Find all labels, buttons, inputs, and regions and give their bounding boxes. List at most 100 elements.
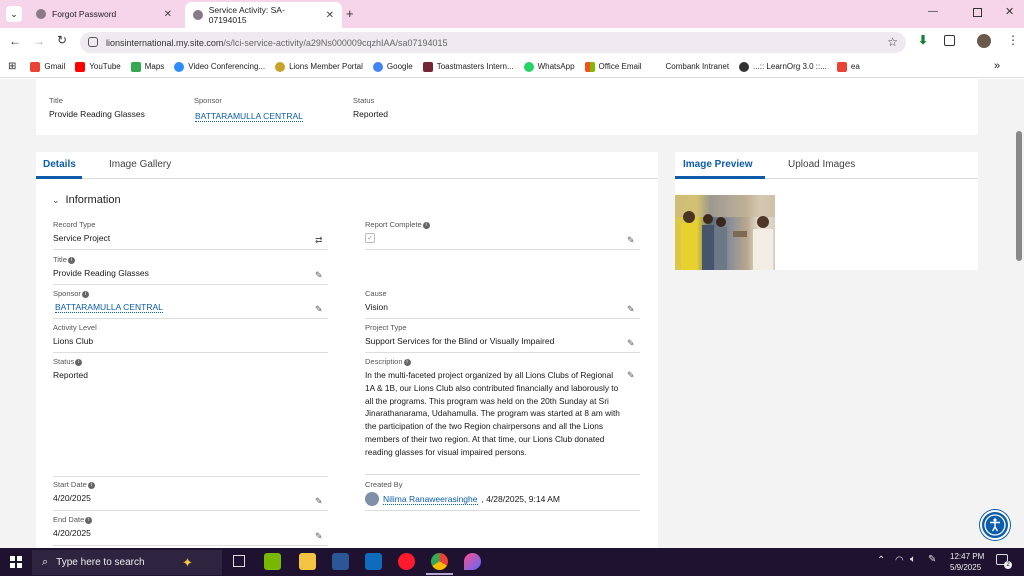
reload-icon[interactable]: ↻	[57, 33, 67, 47]
window-close-icon[interactable]: ✕	[1005, 5, 1014, 18]
minimize-icon[interactable]: —	[928, 6, 938, 17]
info-icon[interactable]: i	[67, 256, 75, 264]
info-icon[interactable]: i	[75, 358, 83, 366]
edit-pencil-icon[interactable]: ✎	[315, 497, 324, 506]
tab-upload-images[interactable]: Upload Images	[788, 159, 855, 170]
opera-icon[interactable]	[398, 553, 415, 570]
info-icon[interactable]: i	[403, 358, 411, 366]
back-arrow-icon[interactable]: ←	[9, 34, 21, 48]
edit-pencil-icon[interactable]: ✎	[627, 339, 636, 348]
edit-pencil-icon[interactable]: ✎	[315, 271, 324, 280]
site-info-icon[interactable]	[88, 37, 98, 47]
profile-avatar[interactable]	[977, 34, 991, 48]
created-by-link[interactable]: Nilima Ranaweerasinghe	[383, 494, 478, 505]
clock-date[interactable]: 5/9/2025	[950, 563, 981, 572]
report-complete-checkbox[interactable]: ✓	[365, 233, 375, 243]
info-icon[interactable]: i	[85, 516, 93, 524]
bookmark-video-conferencing[interactable]: Video Conferencing...	[174, 61, 265, 72]
whatsapp-icon	[523, 61, 534, 72]
bookmark-combank-intranet[interactable]: Combank Intranet	[652, 62, 730, 72]
chrome-icon[interactable]	[431, 553, 448, 570]
bookmark-gmail[interactable]: Gmail	[30, 61, 65, 72]
pen-icon[interactable]: ✎	[928, 554, 936, 565]
restore-icon[interactable]	[973, 8, 982, 17]
page-scrollbar[interactable]	[1014, 79, 1024, 549]
edit-pencil-icon[interactable]: ✎	[627, 305, 636, 314]
header-sponsor-link[interactable]: BATTARAMULLA CENTRAL	[195, 111, 303, 122]
globe-icon	[193, 10, 203, 20]
taskbar-search-box[interactable]: ⌕ Type here to search ✦	[32, 550, 222, 575]
nvidia-icon[interactable]	[264, 553, 281, 570]
event-photo-thumbnail[interactable]	[675, 195, 775, 270]
bookmark-office-email[interactable]: Office Email	[584, 61, 642, 72]
folder-icon	[652, 62, 662, 72]
maps-icon	[130, 61, 141, 72]
apps-grid-icon[interactable]: ⊞	[8, 61, 16, 72]
bookmark-lions-member-portal[interactable]: Lions Member Portal	[275, 61, 363, 72]
download-icon[interactable]: ⬇	[918, 33, 928, 47]
accessibility-button[interactable]	[980, 510, 1010, 540]
edit-pencil-icon[interactable]: ✎	[315, 532, 324, 541]
youtube-icon	[75, 61, 86, 72]
menu-kebab-icon[interactable]: ⋮	[1007, 33, 1019, 47]
task-view-icon[interactable]	[233, 555, 245, 567]
browser-tab-forgot-password[interactable]: Forgot Password ✕	[28, 3, 180, 25]
copilot-icon[interactable]	[464, 553, 481, 570]
bookmark-youtube[interactable]: YouTube	[75, 61, 121, 72]
scrollbar-thumb[interactable]	[1016, 131, 1022, 261]
lions-logo-icon	[275, 61, 286, 72]
windows-start-icon[interactable]	[10, 556, 22, 568]
bookmark-maps[interactable]: Maps	[130, 61, 164, 72]
page-content: Title Provide Reading Glasses Sponsor BA…	[0, 79, 1024, 552]
close-icon[interactable]: ✕	[164, 9, 172, 20]
tab-image-gallery[interactable]: Image Gallery	[109, 159, 171, 170]
bookmark-ea[interactable]: ea	[836, 61, 860, 72]
section-toggle[interactable]: ⌄ Information	[52, 194, 121, 206]
new-tab-button[interactable]: +	[346, 6, 354, 21]
info-icon[interactable]: i	[87, 481, 95, 489]
tab-image-preview-underline	[675, 176, 765, 179]
google-icon	[372, 61, 383, 72]
more-bookmarks-icon[interactable]: »	[994, 60, 1000, 72]
close-icon[interactable]: ✕	[326, 10, 334, 21]
forward-arrow-icon[interactable]: →	[33, 34, 45, 48]
edit-pencil-icon[interactable]: ✎	[315, 305, 324, 314]
header-status-value: Reported	[353, 109, 388, 119]
info-icon[interactable]: i	[422, 221, 430, 229]
file-explorer-icon[interactable]	[299, 553, 316, 570]
field-record-type: Record Type Service Project ⇄	[53, 220, 328, 250]
wifi-icon[interactable]: ◠	[895, 555, 904, 566]
created-by-date: , 4/28/2025, 9:14 AM	[481, 494, 560, 504]
description-text: In the multi-faceted project organized b…	[365, 370, 620, 457]
tab-image-preview[interactable]: Image Preview	[683, 159, 752, 170]
sponsor-link[interactable]: BATTARAMULLA CENTRAL	[55, 302, 163, 313]
tab-search-button[interactable]: ⌄	[6, 6, 22, 22]
globe-icon	[36, 9, 46, 19]
info-icon[interactable]: i	[81, 290, 89, 298]
outlook-icon[interactable]	[365, 553, 382, 570]
clock-time[interactable]: 12:47 PM	[950, 552, 984, 561]
bookmarks-bar: ⊞ Gmail YouTube Maps Video Conferencing.…	[0, 56, 1024, 78]
bookmark-whatsapp[interactable]: WhatsApp	[523, 61, 575, 72]
section-title: Information	[65, 194, 121, 206]
extensions-icon[interactable]	[944, 35, 955, 46]
microsoft-icon	[584, 61, 595, 72]
field-activity-level: Activity Level Lions Club	[53, 323, 328, 353]
edit-pencil-icon[interactable]: ✎	[627, 236, 636, 245]
toastmasters-icon	[422, 61, 433, 72]
volume-icon[interactable]: 🔈︎	[910, 554, 916, 565]
browser-tab-strip: ⌄ Forgot Password ✕ Service Activity: SA…	[0, 0, 1024, 28]
browser-tab-service-activity[interactable]: Service Activity: SA-07194015 ✕	[185, 2, 342, 28]
change-record-type-icon[interactable]: ⇄	[315, 236, 324, 245]
tab-details[interactable]: Details	[43, 159, 76, 170]
field-cause: Cause Vision ✎	[365, 289, 640, 319]
bookmark-google[interactable]: Google	[372, 61, 413, 72]
address-bar[interactable]: lionsinternational.my.site.com/s/lci-ser…	[80, 32, 906, 53]
bookmark-star-icon[interactable]: ☆	[887, 35, 898, 49]
edit-pencil-icon[interactable]: ✎	[627, 371, 636, 380]
bookmark-learnorg[interactable]: ...:: LearnOrg 3.0 ::...	[739, 61, 827, 72]
bookmark-toastmasters[interactable]: Toastmasters Intern...	[422, 61, 514, 72]
word-icon[interactable]	[332, 553, 349, 570]
show-hidden-icons[interactable]: ⌃	[877, 555, 885, 566]
header-title-label: Title	[49, 96, 63, 105]
